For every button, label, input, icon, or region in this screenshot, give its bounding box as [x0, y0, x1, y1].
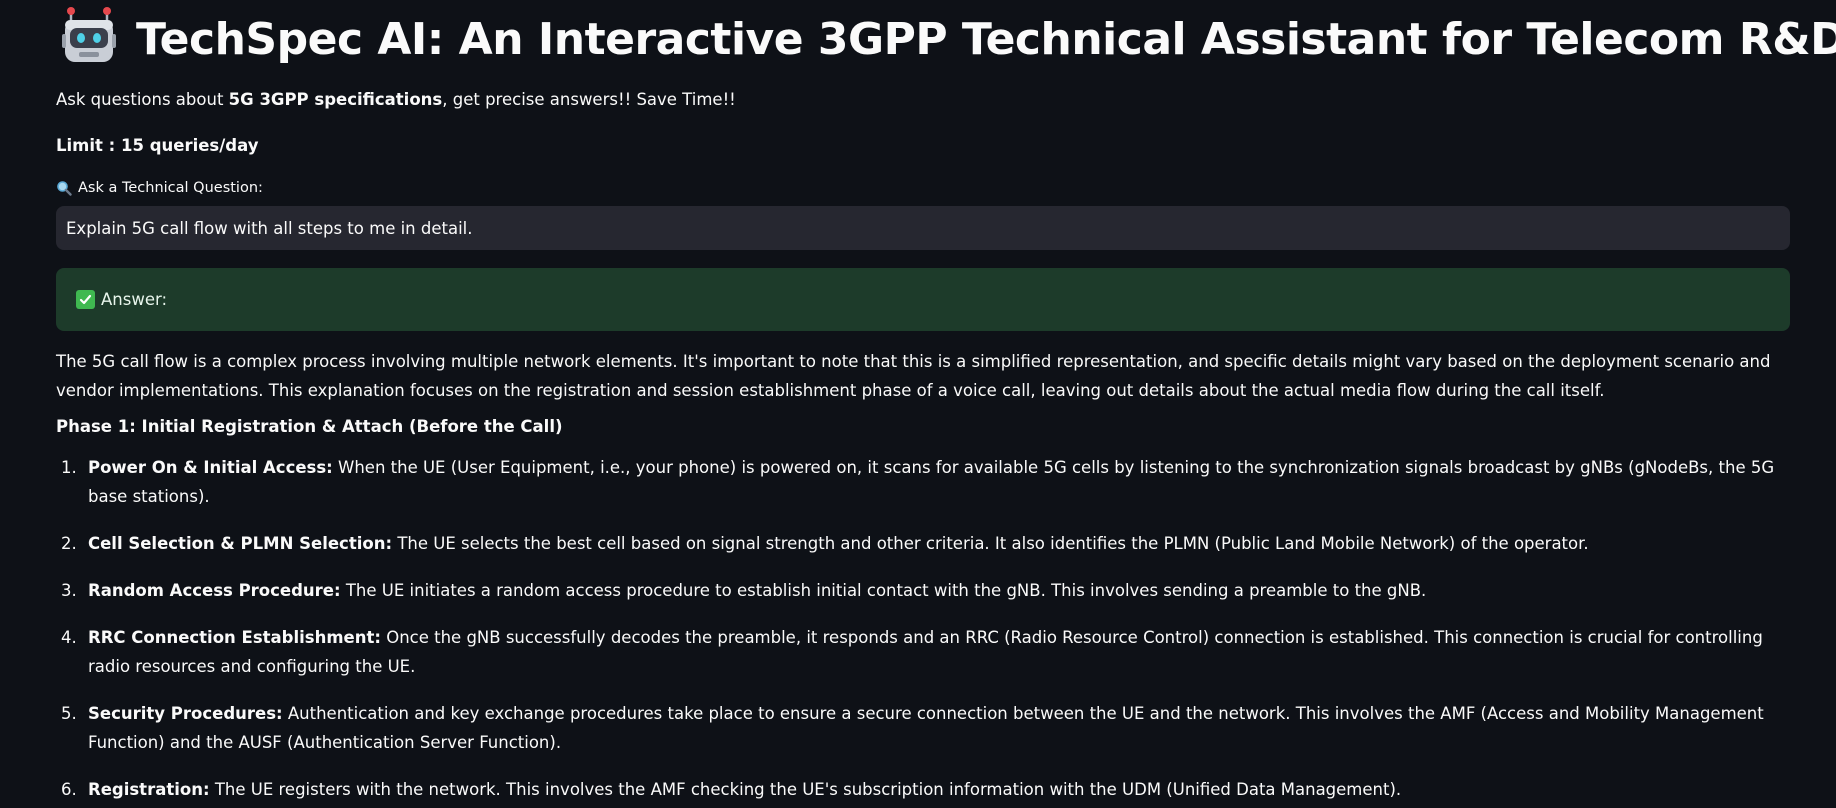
intro-text: Ask questions about 5G 3GPP specificatio…: [56, 88, 1836, 112]
list-item: 2. Cell Selection & PLMN Selection: The U…: [56, 529, 1796, 558]
answer-success-banner: Answer:: [56, 268, 1790, 331]
step-text: When the UE (User Equipment, i.e., your …: [88, 458, 1775, 506]
question-input-value: Explain 5G call flow with all steps to m…: [66, 218, 473, 238]
app-page: TechSpec AI: An Interactive 3GPP Technic…: [0, 0, 1836, 808]
step-number: 3.: [61, 581, 77, 600]
step-title: Cell Selection & PLMN Selection:: [88, 534, 393, 553]
phase-heading: Phase 1: Initial Registration & Attach (…: [56, 417, 563, 436]
page-title: TechSpec AI: An Interactive 3GPP Technic…: [136, 13, 1836, 65]
question-label-text: Ask a Technical Question:: [78, 180, 263, 196]
answer-intro-paragraph: The 5G call flow is a complex process in…: [56, 352, 1771, 400]
list-item: 6. Registration: The UE registers with th…: [56, 775, 1796, 804]
answer-label: Answer:: [101, 290, 168, 309]
step-number: 6.: [61, 780, 77, 799]
step-text: The UE registers with the network. This …: [209, 780, 1402, 799]
robot-face-icon: [62, 6, 116, 66]
step-title: Power On & Initial Access:: [88, 458, 333, 477]
step-text: Authentication and key exchange procedur…: [88, 704, 1764, 752]
header: TechSpec AI: An Interactive 3GPP Technic…: [56, 0, 1836, 78]
step-title: Security Procedures:: [88, 704, 283, 723]
step-title: Registration:: [88, 780, 210, 799]
query-limit: Limit : 15 queries/day: [56, 136, 259, 155]
list-item: 5. Security Procedures: Authentication an…: [56, 699, 1796, 757]
check-mark-icon: [76, 290, 95, 309]
step-number: 1.: [61, 458, 77, 477]
intro-prefix: Ask questions about: [56, 90, 229, 109]
magnifying-glass-icon: [56, 180, 72, 196]
steps-list: 1. Power On & Initial Access: When the UE…: [56, 453, 1796, 804]
question-input[interactable]: Explain 5G call flow with all steps to m…: [56, 206, 1790, 250]
intro-suffix: , get precise answers!! Save Time!!: [442, 90, 736, 109]
list-item: 3. Random Access Procedure: The UE initia…: [56, 576, 1796, 605]
intro-bold: 5G 3GPP specifications: [228, 90, 443, 109]
step-number: 2.: [61, 534, 77, 553]
step-number: 4.: [61, 628, 77, 647]
step-text: The UE selects the best cell based on si…: [392, 534, 1589, 553]
question-label: Ask a Technical Question:: [56, 178, 1836, 198]
step-title: RRC Connection Establishment:: [88, 628, 381, 647]
step-title: Random Access Procedure:: [88, 581, 341, 600]
step-text: The UE initiates a random access procedu…: [340, 581, 1427, 600]
list-item: 1. Power On & Initial Access: When the UE…: [56, 453, 1796, 511]
list-item: 4. RRC Connection Establishment: Once the…: [56, 623, 1796, 681]
step-number: 5.: [61, 704, 77, 723]
